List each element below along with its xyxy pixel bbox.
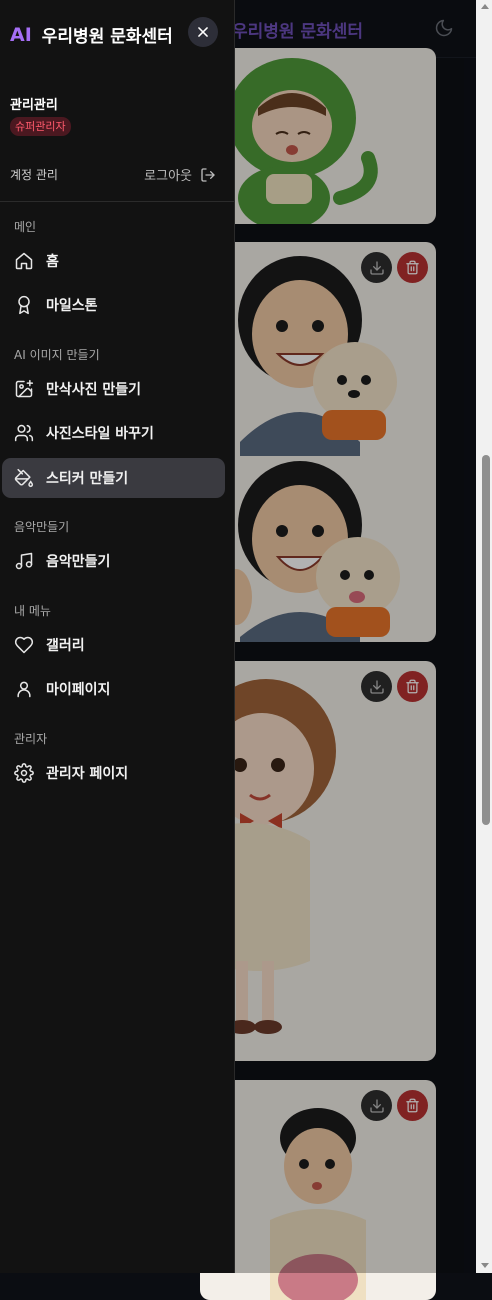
- nav-item-label: 마이페이지: [46, 682, 111, 698]
- scrollbar-thumb[interactable]: [482, 455, 490, 825]
- nav-item-home[interactable]: 홈: [2, 241, 225, 281]
- nav-item-label: 만삭사진 만들기: [46, 382, 142, 398]
- nav-item-gallery[interactable]: 갤러리: [2, 625, 225, 665]
- nav-item-label: 사진스타일 바꾸기: [46, 426, 154, 442]
- user-icon: [13, 678, 35, 700]
- brand-ai-logo: AI: [10, 23, 32, 46]
- section-label-main: 메인: [14, 220, 37, 234]
- brand[interactable]: AI 우리병원 문화센터: [10, 22, 173, 48]
- users-icon: [13, 422, 35, 444]
- section-label-admin: 관리자: [14, 732, 48, 746]
- section-label-ai-image: AI 이미지 만들기: [14, 348, 100, 362]
- divider: [0, 201, 234, 202]
- nav-item-label: 마일스톤: [46, 298, 98, 314]
- section-label-music: 음악만들기: [14, 520, 70, 534]
- award-icon: [13, 294, 35, 316]
- logout-icon: [201, 167, 215, 182]
- heart-icon: [13, 634, 35, 656]
- account-management-link[interactable]: 계정 관리: [10, 166, 58, 183]
- scroll-down-arrow[interactable]: [481, 1263, 489, 1268]
- section-label-my-menu: 내 메뉴: [14, 604, 51, 618]
- nav-item-mypage[interactable]: 마이페이지: [2, 669, 225, 709]
- logout-label: 로그아웃: [144, 169, 192, 184]
- settings-icon: [13, 762, 35, 784]
- nav-item-maternity-photo[interactable]: 만삭사진 만들기: [2, 369, 225, 409]
- nav-item-sticker[interactable]: 스티커 만들기: [2, 458, 225, 498]
- paint-bucket-icon: [13, 467, 35, 489]
- music-icon: [13, 550, 35, 572]
- role-badge: 슈퍼관리자: [10, 117, 71, 136]
- nav-item-label: 홈: [46, 254, 59, 270]
- close-icon: [198, 27, 208, 37]
- logout-button[interactable]: 로그아웃: [144, 165, 216, 184]
- nav-item-photo-style[interactable]: 사진스타일 바꾸기: [2, 413, 225, 453]
- sidebar: AI 우리병원 문화센터 관리관리 슈퍼관리자 계정 관리 로그아웃 메인 홈 …: [0, 0, 235, 1273]
- brand-name: 우리병원 문화센터: [41, 27, 173, 47]
- home-icon: [13, 250, 35, 272]
- close-sidebar-button[interactable]: [188, 17, 218, 47]
- nav-item-label: 갤러리: [46, 638, 85, 654]
- nav-item-milestone[interactable]: 마일스톤: [2, 285, 225, 325]
- nav-item-label: 스티커 만들기: [46, 471, 129, 487]
- user-name: 관리관리: [10, 98, 58, 113]
- nav-item-label: 관리자 페이지: [46, 766, 129, 782]
- nav-item-label: 음악만들기: [46, 554, 111, 570]
- scroll-up-arrow[interactable]: [481, 4, 489, 9]
- nav-item-admin-page[interactable]: 관리자 페이지: [2, 753, 225, 793]
- account-row: 계정 관리 로그아웃: [10, 166, 216, 184]
- image-plus-icon: [13, 378, 35, 400]
- nav-item-music[interactable]: 음악만들기: [2, 541, 225, 581]
